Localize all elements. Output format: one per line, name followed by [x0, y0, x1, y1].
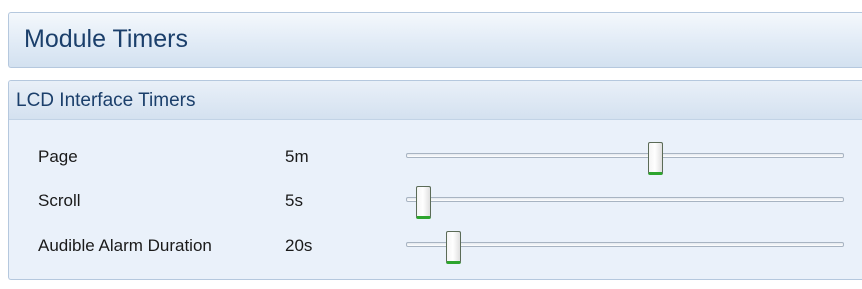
slider-track[interactable]: [406, 197, 844, 202]
slider-thumb[interactable]: [415, 186, 431, 219]
timer-label: Scroll: [38, 191, 81, 210]
module-header: Module Timers: [8, 12, 862, 68]
timer-row-audible-alarm-duration: Audible Alarm Duration 20s: [9, 231, 862, 264]
timer-row-scroll: Scroll 5s: [9, 186, 862, 219]
slider-thumb[interactable]: [446, 231, 462, 264]
timer-value: 5m: [285, 147, 309, 166]
group-title: LCD Interface Timers: [16, 90, 196, 111]
timer-value: 5s: [285, 191, 303, 210]
audible-alarm-duration-slider[interactable]: [406, 231, 844, 264]
timer-label: Page: [38, 147, 78, 166]
scroll-slider[interactable]: [406, 186, 844, 219]
timer-value: 20s: [285, 236, 313, 255]
slider-track[interactable]: [406, 242, 844, 247]
timer-row-page: Page 5m: [9, 142, 862, 175]
timer-label: Audible Alarm Duration: [38, 236, 212, 255]
slider-track[interactable]: [406, 153, 844, 158]
page-slider[interactable]: [406, 142, 844, 175]
lcd-interface-timers-group: LCD Interface Timers Page 5m Scroll 5s A…: [8, 80, 862, 280]
slider-thumb[interactable]: [647, 142, 663, 175]
module-title: Module Timers: [24, 25, 188, 53]
group-header: LCD Interface Timers: [9, 81, 862, 120]
